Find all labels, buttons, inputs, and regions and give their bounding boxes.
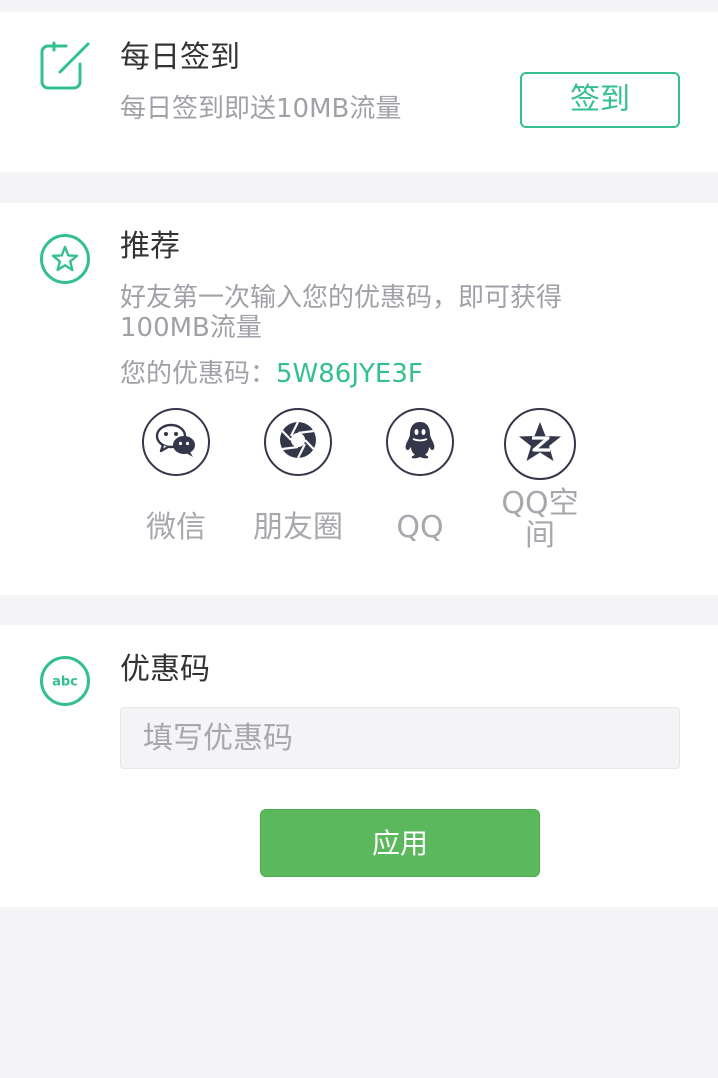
qzone-icon — [517, 420, 563, 468]
share-moments[interactable]: 朋友圈 — [238, 408, 358, 544]
share-wechat-button[interactable] — [142, 408, 210, 476]
promo-code-line: 您的优惠码：5W86JYE3F — [120, 358, 423, 390]
checkin-edit-icon — [38, 40, 92, 94]
abc-icon-text: abc — [52, 675, 78, 690]
qq-icon — [403, 420, 437, 464]
share-qzone[interactable]: QQ空间 — [480, 408, 600, 552]
wechat-icon — [154, 420, 198, 464]
checkin-subtitle: 每日签到即送10MB流量 — [120, 94, 402, 124]
share-qzone-button[interactable] — [504, 408, 576, 480]
promo-code-label: 您的优惠码： — [120, 359, 277, 389]
recommend-subtitle: 好友第一次输入您的优惠码，即可获得100MB流量 — [120, 283, 563, 343]
star-icon — [39, 233, 91, 285]
recommend-title: 推荐 — [120, 229, 180, 264]
checkin-button[interactable]: 签到 — [520, 72, 680, 128]
coupon-code-input[interactable] — [120, 707, 680, 769]
share-moments-button[interactable] — [264, 408, 332, 476]
share-moments-label: 朋友圈 — [253, 510, 343, 545]
share-wechat-label: 微信 — [146, 510, 206, 545]
share-qq[interactable]: QQ — [360, 408, 480, 544]
share-qq-label: QQ — [396, 510, 444, 545]
abc-icon: abc — [39, 655, 91, 707]
share-qq-button[interactable] — [386, 408, 454, 476]
promo-code-value: 5W86JYE3F — [276, 359, 423, 389]
moments-icon — [277, 419, 319, 465]
share-wechat[interactable]: 微信 — [116, 408, 236, 544]
checkin-card: 每日签到 每日签到即送10MB流量 签到 — [0, 12, 718, 172]
apply-button[interactable]: 应用 — [260, 809, 540, 877]
share-qzone-label: QQ空间 — [501, 486, 579, 553]
recommend-card: 推荐 好友第一次输入您的优惠码，即可获得100MB流量 — [0, 203, 718, 595]
checkin-title: 每日签到 — [120, 40, 240, 75]
coupon-title: 优惠码 — [120, 652, 210, 687]
